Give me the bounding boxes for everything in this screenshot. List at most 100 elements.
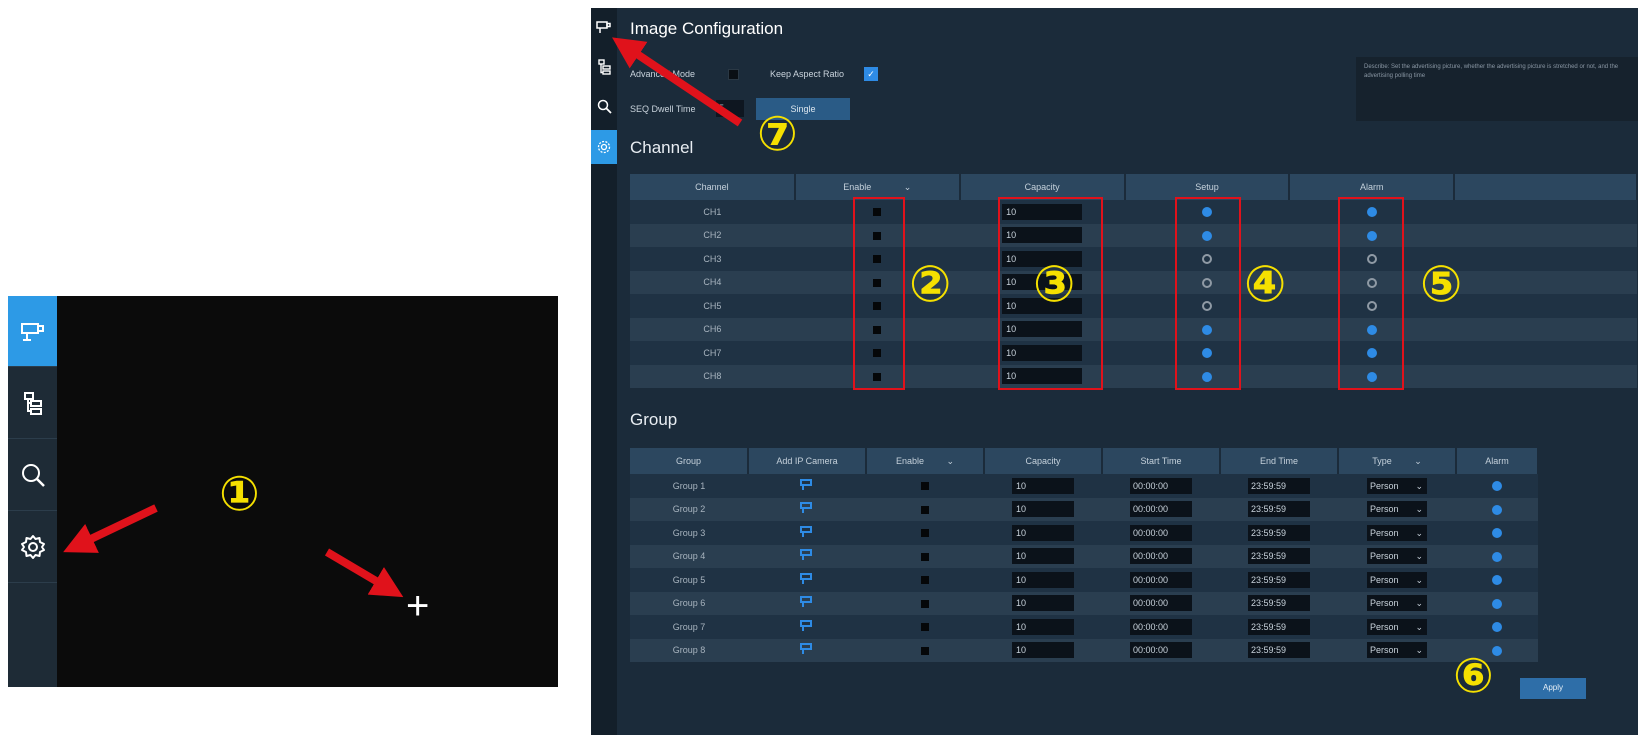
group-capacity-input[interactable]: 10 xyxy=(1012,524,1074,541)
keep-aspect-checkbox[interactable]: ✓ xyxy=(864,67,878,81)
alarm-settings-icon[interactable] xyxy=(1492,504,1502,515)
end-time-input[interactable]: 23:59:59 xyxy=(1248,477,1310,494)
alarm-settings-icon[interactable] xyxy=(1492,551,1502,562)
table-row: CH1 10 xyxy=(630,200,1637,224)
gear-icon[interactable] xyxy=(8,512,57,583)
mini-sidebar xyxy=(8,296,57,687)
alarm-settings-icon[interactable] xyxy=(1492,598,1502,609)
group-alarm-cell xyxy=(1456,521,1538,545)
group-enable-checkbox[interactable] xyxy=(921,529,929,538)
group-capacity-input[interactable]: 10 xyxy=(1012,618,1074,635)
group-capacity-input[interactable]: 10 xyxy=(1012,501,1074,518)
start-time-input[interactable]: 00:00:00 xyxy=(1130,548,1192,565)
camera-icon[interactable] xyxy=(8,296,57,367)
table-row: Group 4 10 00:00:00 23:59:59 Person ⌄ xyxy=(630,544,1538,568)
group-capacity-input[interactable]: 10 xyxy=(1012,642,1074,659)
chevron-down-icon[interactable]: ⌄ xyxy=(904,182,912,192)
start-time-input[interactable]: 00:00:00 xyxy=(1130,642,1192,659)
type-select[interactable]: Person ⌄ xyxy=(1367,501,1427,518)
group-capacity-cell: 10 xyxy=(984,474,1102,498)
apply-button[interactable]: Apply xyxy=(1520,678,1586,699)
empty-cell xyxy=(1454,223,1637,247)
chevron-down-icon[interactable]: ⌄ xyxy=(947,456,955,466)
end-time-input[interactable]: 23:59:59 xyxy=(1248,642,1310,659)
start-time-input[interactable]: 00:00:00 xyxy=(1130,477,1192,494)
group-enable-checkbox[interactable] xyxy=(921,646,929,655)
type-cell: Person ⌄ xyxy=(1338,638,1456,662)
end-time-cell: 23:59:59 xyxy=(1220,615,1338,639)
search-icon[interactable] xyxy=(8,440,57,511)
group-enable-cell xyxy=(866,521,984,545)
add-camera-icon[interactable] xyxy=(800,502,814,514)
empty-cell xyxy=(1454,364,1637,388)
end-time-input[interactable]: 23:59:59 xyxy=(1248,548,1310,565)
add-camera-icon[interactable] xyxy=(800,549,814,561)
group-section-title: Group xyxy=(630,410,678,429)
alarm-settings-icon[interactable] xyxy=(1492,528,1502,539)
advanced-mode-label: Advanced Mode xyxy=(630,69,696,79)
start-time-input[interactable]: 00:00:00 xyxy=(1130,524,1192,541)
start-time-cell: 00:00:00 xyxy=(1102,544,1220,568)
channel-list-icon[interactable] xyxy=(591,52,617,82)
end-time-input[interactable]: 23:59:59 xyxy=(1248,501,1310,518)
group-enable-checkbox[interactable] xyxy=(921,505,929,514)
table-row: CH7 10 xyxy=(630,341,1637,365)
group-enable-cell xyxy=(866,474,984,498)
type-select[interactable]: Person ⌄ xyxy=(1367,642,1427,659)
add-camera-icon[interactable] xyxy=(800,596,814,608)
table-row: Group 3 10 00:00:00 23:59:59 Person ⌄ xyxy=(630,521,1538,545)
camera-icon[interactable] xyxy=(591,12,617,42)
group-enable-checkbox[interactable] xyxy=(921,482,929,491)
group-capacity-input[interactable]: 10 xyxy=(1012,477,1074,494)
add-camera-icon[interactable] xyxy=(800,525,814,538)
group-capacity-input[interactable]: 10 xyxy=(1012,595,1074,612)
add-camera-icon[interactable] xyxy=(800,643,814,655)
add-camera-icon[interactable] xyxy=(800,572,814,585)
gear-icon[interactable] xyxy=(591,130,617,164)
type-select[interactable]: Person ⌄ xyxy=(1367,477,1427,494)
table-row: Group 5 10 00:00:00 23:59:59 Person ⌄ xyxy=(630,568,1538,592)
group-enable-checkbox[interactable] xyxy=(921,599,929,608)
group-enable-header[interactable]: Enable ⌄ xyxy=(866,448,985,474)
start-time-input[interactable]: 00:00:00 xyxy=(1130,595,1192,612)
end-time-input[interactable]: 23:59:59 xyxy=(1248,571,1310,588)
chevron-down-icon[interactable]: ⌄ xyxy=(1414,456,1422,466)
type-select[interactable]: Person ⌄ xyxy=(1367,595,1427,612)
annotation-7: ⑦ xyxy=(757,106,798,162)
channel-name: CH3 xyxy=(630,247,795,271)
add-camera-icon[interactable] xyxy=(800,619,814,632)
type-header[interactable]: Type ⌄ xyxy=(1338,448,1457,474)
end-time-cell: 23:59:59 xyxy=(1220,544,1338,568)
type-select[interactable]: Person ⌄ xyxy=(1367,548,1427,565)
group-enable-checkbox[interactable] xyxy=(921,623,929,632)
type-select[interactable]: Person ⌄ xyxy=(1367,524,1427,541)
add-camera-icon[interactable] xyxy=(800,478,814,491)
channel-name: CH4 xyxy=(630,270,795,294)
alarm-settings-icon[interactable] xyxy=(1492,622,1502,633)
type-select[interactable]: Person ⌄ xyxy=(1367,618,1427,635)
start-time-input[interactable]: 00:00:00 xyxy=(1130,618,1192,635)
group-capacity-cell: 10 xyxy=(984,568,1102,592)
group-enable-checkbox[interactable] xyxy=(921,552,929,561)
group-capacity-input[interactable]: 10 xyxy=(1012,571,1074,588)
window-sidebar xyxy=(591,8,617,735)
end-time-header: End Time xyxy=(1220,448,1339,474)
end-time-input[interactable]: 23:59:59 xyxy=(1248,618,1310,635)
end-time-input[interactable]: 23:59:59 xyxy=(1248,524,1310,541)
table-row: Group 7 10 00:00:00 23:59:59 Person ⌄ xyxy=(630,615,1538,639)
alarm-settings-icon[interactable] xyxy=(1492,481,1502,492)
channel-list-icon[interactable] xyxy=(8,368,57,439)
seq-dwell-input[interactable]: 5 xyxy=(716,100,744,117)
group-capacity-input[interactable]: 10 xyxy=(1012,548,1074,565)
group-capacity-cell: 10 xyxy=(984,497,1102,521)
search-icon[interactable] xyxy=(591,91,617,121)
group-enable-checkbox[interactable] xyxy=(921,576,929,585)
table-row: Group 1 10 00:00:00 23:59:59 Person ⌄ xyxy=(630,474,1538,498)
start-time-input[interactable]: 00:00:00 xyxy=(1130,571,1192,588)
channel-table: Channel Enable ⌄ Capacity Setup Alarm CH… xyxy=(630,174,1638,388)
end-time-input[interactable]: 23:59:59 xyxy=(1248,595,1310,612)
advanced-mode-checkbox[interactable] xyxy=(728,69,739,80)
alarm-settings-icon[interactable] xyxy=(1492,575,1502,586)
type-select[interactable]: Person ⌄ xyxy=(1367,571,1427,588)
start-time-input[interactable]: 00:00:00 xyxy=(1130,501,1192,518)
